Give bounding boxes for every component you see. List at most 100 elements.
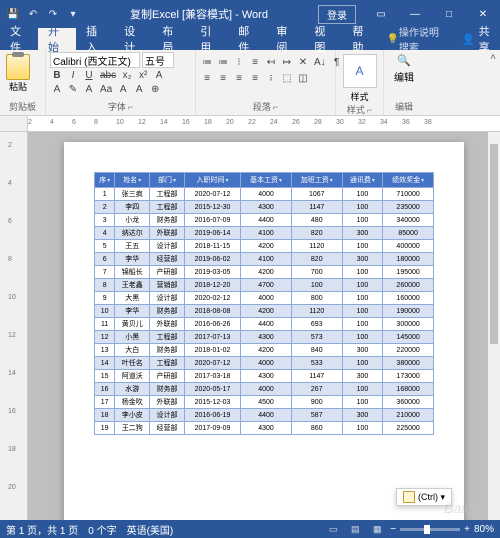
cell[interactable]: 700 (291, 266, 342, 279)
share-button[interactable]: 👤共享 (452, 28, 500, 50)
cell[interactable]: 2015-12-30 (184, 201, 240, 214)
cell[interactable]: 4000 (241, 383, 292, 396)
cell[interactable]: 100 (342, 292, 383, 305)
cell[interactable]: 4400 (241, 409, 292, 422)
undo-icon[interactable]: ↶ (26, 7, 40, 21)
col-header-2[interactable]: 部门 (150, 173, 185, 188)
cell[interactable]: 2018-08-08 (184, 305, 240, 318)
cell[interactable]: 300000 (383, 318, 434, 331)
cell[interactable]: 5 (95, 240, 115, 253)
table-row[interactable]: 5王五设计部2018-11-1542001120100400000 (95, 240, 434, 253)
para-tool-5[interactable]: ↦ (280, 56, 294, 69)
language-indicator[interactable]: 英语(美国) (127, 522, 174, 537)
table-row[interactable]: 16水游财务部2020-05-174000267100168000 (95, 383, 434, 396)
cell[interactable]: 100 (342, 240, 383, 253)
page[interactable]: 序姓名部门入职时间基本工资加班工资通讯费绩效奖金 1张三疯工程部2020-07-… (64, 142, 464, 522)
qat-dropdown-icon[interactable]: ▾ (66, 7, 80, 21)
cell[interactable]: 工程部 (150, 201, 185, 214)
para-tool-6[interactable]: ✕ (296, 56, 310, 69)
cell[interactable]: 2016-06-26 (184, 318, 240, 331)
cell[interactable]: 1067 (291, 188, 342, 201)
font-tool2-5[interactable]: A (132, 83, 146, 96)
table-row[interactable]: 7锦船长产研部2019-03-054200700100195000 (95, 266, 434, 279)
login-button[interactable]: 登录 (318, 5, 356, 24)
cell[interactable]: 16 (95, 383, 115, 396)
cell[interactable]: 锦船长 (115, 266, 150, 279)
col-header-3[interactable]: 入职时间 (184, 173, 240, 188)
font-tool2-6[interactable]: ⊕ (148, 83, 162, 96)
cell[interactable]: 王五 (115, 240, 150, 253)
cell[interactable]: 王二狗 (115, 422, 150, 435)
cell[interactable]: 大黑 (115, 292, 150, 305)
para-tool-3[interactable]: ≡ (248, 56, 262, 69)
cell[interactable]: 100 (342, 357, 383, 370)
para-tool-7[interactable]: A↓ (312, 56, 328, 69)
cell[interactable]: 设计部 (150, 240, 185, 253)
cell[interactable]: 阿道沃 (115, 370, 150, 383)
cell[interactable]: 2019-06-02 (184, 253, 240, 266)
tab-insert[interactable]: 插入 (76, 28, 114, 50)
vertical-scrollbar[interactable] (488, 132, 500, 520)
redo-icon[interactable]: ↷ (46, 7, 60, 21)
cell[interactable]: 4300 (241, 422, 292, 435)
cell[interactable]: 235000 (383, 201, 434, 214)
cell[interactable]: 300 (342, 253, 383, 266)
cell[interactable]: 水游 (115, 383, 150, 396)
zoom-slider[interactable] (400, 528, 460, 531)
scrollbar-thumb[interactable] (490, 144, 498, 344)
font-name-combo[interactable]: Calibri (西文正文) (50, 52, 140, 68)
cell[interactable]: 4200 (241, 266, 292, 279)
font-tool-4[interactable]: x₂ (120, 69, 134, 82)
cell[interactable]: 210000 (383, 409, 434, 422)
cell[interactable]: 300 (342, 370, 383, 383)
cell[interactable]: 380000 (383, 357, 434, 370)
tab-references[interactable]: 引用 (190, 28, 228, 50)
table-row[interactable]: 14叶任名工程部2020-07-124000533100380000 (95, 357, 434, 370)
cell[interactable]: 7 (95, 266, 115, 279)
cell[interactable]: 2020-05-17 (184, 383, 240, 396)
tell-me-search[interactable]: 💡 操作说明搜索 (380, 28, 451, 50)
cell[interactable]: 经营部 (150, 253, 185, 266)
table-row[interactable]: 4纳达尔外联部2019-06-14410082030085000 (95, 227, 434, 240)
cell[interactable]: 黄贝儿 (115, 318, 150, 331)
page-indicator[interactable]: 第 1 页，共 1 页 (6, 522, 78, 537)
print-layout-icon[interactable]: ▤ (346, 522, 364, 536)
cell[interactable]: 900 (291, 396, 342, 409)
cell[interactable]: 外联部 (150, 227, 185, 240)
cell[interactable]: 4200 (241, 344, 292, 357)
cell[interactable]: 4100 (241, 253, 292, 266)
font-tool-0[interactable]: B (50, 69, 64, 82)
cell[interactable]: 2019-06-14 (184, 227, 240, 240)
cell[interactable]: 160000 (383, 292, 434, 305)
cell[interactable]: 12 (95, 331, 115, 344)
col-header-6[interactable]: 通讯费 (342, 173, 383, 188)
cell[interactable]: 100 (342, 201, 383, 214)
cell[interactable]: 1 (95, 188, 115, 201)
cell[interactable]: 4000 (241, 292, 292, 305)
cell[interactable]: 2020-07-12 (184, 357, 240, 370)
cell[interactable]: 11 (95, 318, 115, 331)
cell[interactable]: 225000 (383, 422, 434, 435)
cell[interactable]: 2017-03-18 (184, 370, 240, 383)
table-row[interactable]: 18李小皮设计部2016-06-194400587300210000 (95, 409, 434, 422)
table-row[interactable]: 12小黑工程部2017-07-134300573100145000 (95, 331, 434, 344)
tab-view[interactable]: 视图 (304, 28, 342, 50)
cell[interactable]: 李华 (115, 305, 150, 318)
cell[interactable]: 2016-07-09 (184, 214, 240, 227)
cell[interactable]: 4500 (241, 396, 292, 409)
cell[interactable]: 100 (342, 214, 383, 227)
cell[interactable]: 9 (95, 292, 115, 305)
tab-design[interactable]: 设计 (114, 28, 152, 50)
para-tool-0[interactable]: ≔ (200, 56, 214, 69)
tab-file[interactable]: 文件 (0, 28, 38, 50)
table-row[interactable]: 17杨金吹外联部2015-12-034500900100360000 (95, 396, 434, 409)
cell[interactable]: 4400 (241, 214, 292, 227)
cell[interactable]: 李四 (115, 201, 150, 214)
cell[interactable]: 100 (342, 383, 383, 396)
cell[interactable]: 19 (95, 422, 115, 435)
word-count[interactable]: 0 个字 (88, 522, 116, 537)
horizontal-ruler[interactable]: 2468101214161820222426283032343638 (0, 116, 500, 132)
para-tool-2[interactable]: ⁝ (232, 56, 246, 69)
cell[interactable]: 14 (95, 357, 115, 370)
font-tool-2[interactable]: U (82, 69, 96, 82)
